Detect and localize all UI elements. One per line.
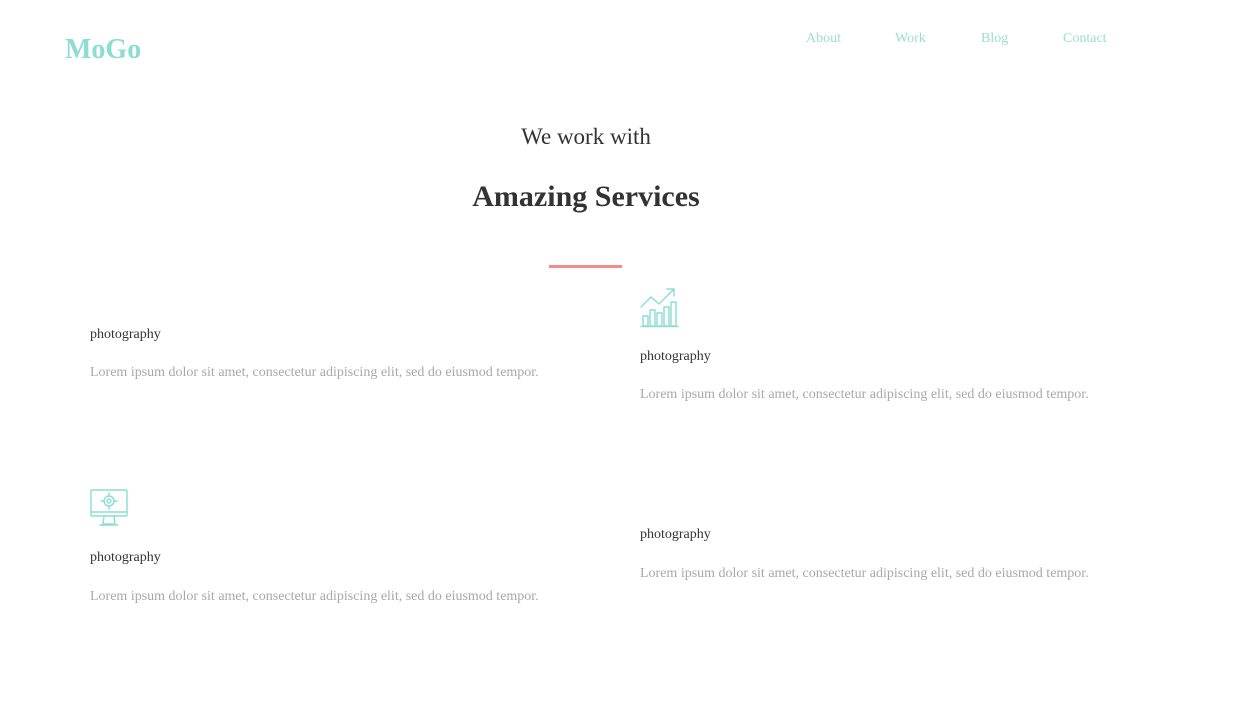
nav-link-about[interactable]: About: [806, 30, 841, 48]
page: MoGo About Work Blog Contact We work wit…: [0, 0, 1248, 720]
monitor-gear-icon: [90, 488, 130, 528]
service-heading: photography: [640, 349, 711, 364]
service-heading: photography: [90, 327, 161, 342]
nav-link-work[interactable]: Work: [895, 30, 926, 48]
title-divider: [549, 265, 622, 268]
nav-link-contact[interactable]: Contact: [1063, 30, 1107, 48]
service-description: Lorem ipsum dolor sit amet, consectetur …: [90, 365, 539, 380]
service-heading: photography: [90, 550, 161, 565]
service-heading: photography: [640, 527, 711, 542]
section-subtitle: We work with: [521, 124, 651, 149]
bar-chart-growth-icon: [640, 286, 680, 328]
service-description: Lorem ipsum dolor sit amet, consectetur …: [90, 589, 539, 604]
service-description: Lorem ipsum dolor sit amet, consectetur …: [640, 387, 1089, 402]
section-title: Amazing Services: [472, 180, 700, 213]
nav-link-blog[interactable]: Blog: [981, 30, 1008, 48]
service-description: Lorem ipsum dolor sit amet, consectetur …: [640, 566, 1089, 581]
main-nav: About Work Blog Contact: [0, 30, 1248, 50]
